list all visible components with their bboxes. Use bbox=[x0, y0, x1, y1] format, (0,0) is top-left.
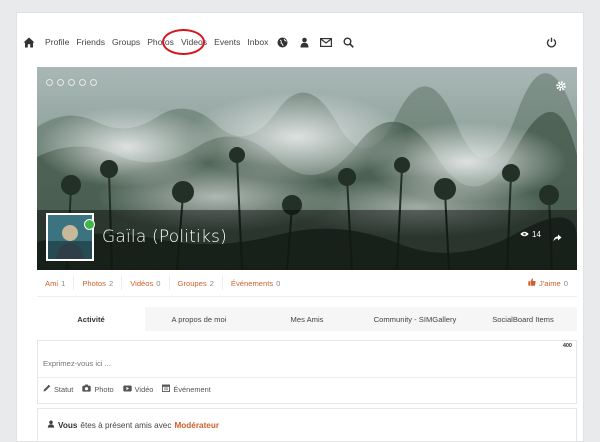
thumbs-up-icon bbox=[528, 278, 536, 288]
online-status-dot bbox=[84, 219, 95, 230]
top-toolbar: Profile Friends Groups Photos Videos Eve… bbox=[20, 22, 580, 62]
share-icon[interactable] bbox=[553, 229, 562, 247]
stat-videos[interactable]: Vidéos 0 bbox=[122, 276, 170, 290]
event-action[interactable]: Événement bbox=[162, 384, 211, 394]
home-icon[interactable] bbox=[22, 35, 36, 49]
tab-socialboard[interactable]: SocialBoard Items bbox=[469, 307, 577, 331]
activity-text: êtes à présent amis avec bbox=[80, 420, 172, 430]
eye-icon bbox=[520, 230, 529, 239]
gear-icon[interactable] bbox=[555, 79, 567, 97]
camera-icon bbox=[82, 384, 92, 394]
like-button[interactable]: J'aime 0 bbox=[528, 278, 568, 288]
stat-groups[interactable]: Groupes 2 bbox=[170, 276, 223, 290]
user-icon bbox=[47, 420, 55, 430]
profile-name: Gaïla (Politiks) bbox=[102, 227, 227, 247]
profile-stats-bar: Ami 1 Photos 2 Vidéos 0 Groupes 2 Événements… bbox=[37, 270, 577, 297]
status-input[interactable] bbox=[38, 341, 576, 378]
tab-friends[interactable]: Mes Amis bbox=[253, 307, 361, 331]
nav-inbox[interactable]: Inbox bbox=[247, 37, 268, 47]
stat-photos[interactable]: Photos 2 bbox=[74, 276, 123, 290]
nav-events[interactable]: Events bbox=[214, 37, 240, 47]
tab-community[interactable]: Community - SIMGallery bbox=[361, 307, 469, 331]
globe-icon[interactable] bbox=[275, 35, 289, 49]
envelope-icon[interactable] bbox=[319, 35, 333, 49]
nav-profile[interactable]: Profile bbox=[45, 37, 69, 47]
status-action[interactable]: Statut bbox=[43, 384, 73, 394]
status-composer: 400 Statut Photo Vidéo Événement bbox=[37, 340, 577, 404]
user-icon[interactable] bbox=[297, 35, 311, 49]
stat-friends[interactable]: Ami 1 bbox=[37, 276, 75, 290]
power-icon[interactable] bbox=[544, 35, 558, 49]
nav-friends[interactable]: Friends bbox=[76, 37, 105, 47]
view-count-value: 14 bbox=[532, 230, 541, 239]
view-count: 14 bbox=[520, 230, 541, 239]
search-icon[interactable] bbox=[341, 35, 355, 49]
activity-item: Vous êtes à présent amis avec Modérateur bbox=[37, 408, 577, 442]
tab-about[interactable]: A propos de moi bbox=[145, 307, 253, 331]
video-action[interactable]: Vidéo bbox=[122, 384, 153, 394]
nav-groups[interactable]: Groups bbox=[112, 37, 140, 47]
profile-tabs: Activité A propos de moi Mes Amis Commun… bbox=[37, 307, 577, 331]
cover-photo: Gaïla (Politiks) 14 bbox=[37, 67, 577, 270]
calendar-icon bbox=[162, 384, 171, 394]
video-icon bbox=[122, 385, 132, 394]
like-count: 0 bbox=[563, 278, 568, 288]
pencil-icon bbox=[43, 384, 51, 394]
nav-photos[interactable]: Photos bbox=[147, 37, 174, 47]
nav-videos[interactable]: Videos bbox=[181, 37, 207, 47]
composer-actions: Statut Photo Vidéo Événement bbox=[43, 384, 211, 394]
like-label: J'aime bbox=[539, 278, 561, 288]
char-count: 400 bbox=[562, 343, 572, 349]
cover-dots bbox=[46, 79, 97, 86]
activity-link-moderator[interactable]: Modérateur bbox=[174, 421, 219, 430]
photo-action[interactable]: Photo bbox=[82, 384, 114, 394]
activity-subject: Vous bbox=[58, 420, 78, 430]
tab-activity[interactable]: Activité bbox=[37, 307, 145, 331]
stat-events[interactable]: Événements 0 bbox=[223, 276, 288, 290]
